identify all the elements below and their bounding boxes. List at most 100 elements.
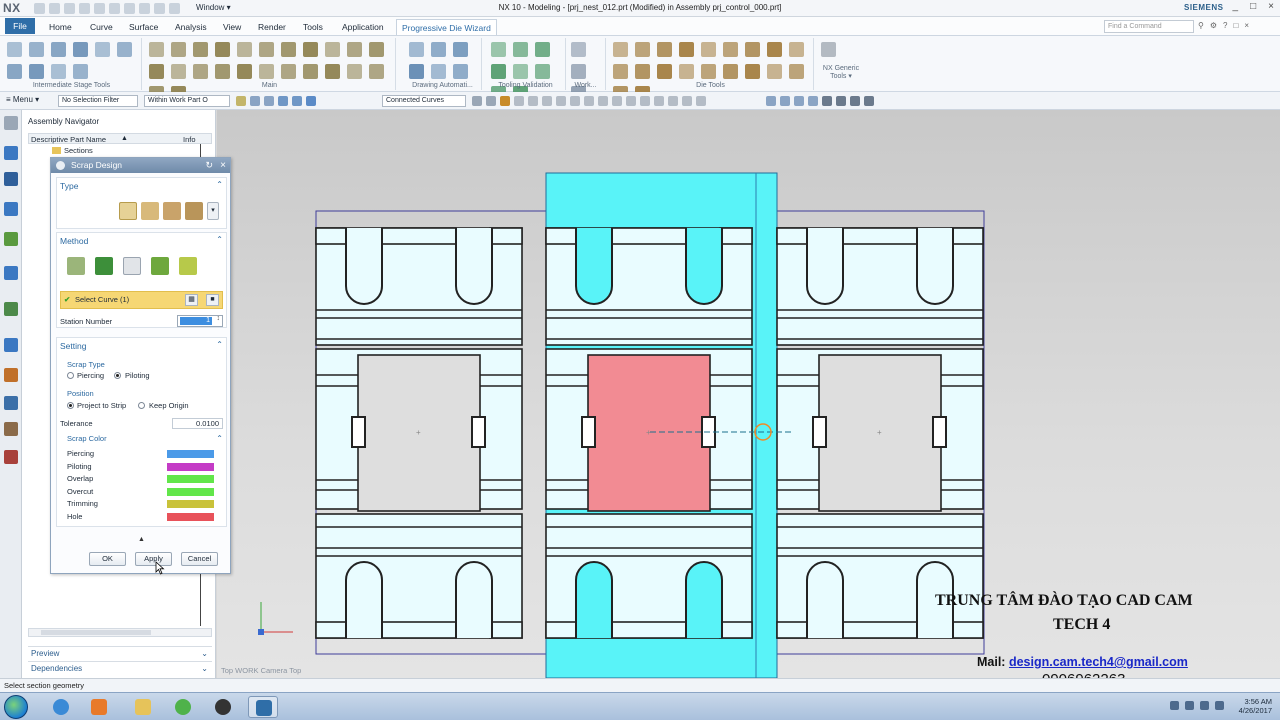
snap-midpoint-icon[interactable] — [514, 96, 524, 106]
ribbon-tool-icon[interactable] — [723, 64, 738, 79]
volume-icon[interactable] — [1200, 701, 1209, 710]
piercing-radio[interactable] — [67, 372, 74, 379]
ribbon-tool-icon[interactable] — [513, 42, 528, 57]
snap-endpoint-icon[interactable] — [500, 96, 510, 106]
ribbon-tool-icon[interactable] — [347, 64, 362, 79]
ribbon-tool-icon[interactable] — [701, 64, 716, 79]
select-all-icon[interactable] — [250, 96, 260, 106]
flag-icon[interactable] — [1215, 701, 1224, 710]
ribbon-tool-icon[interactable] — [73, 64, 88, 79]
scrap-color-swatch-hole[interactable] — [167, 513, 214, 521]
ribbon-tool-icon[interactable] — [767, 42, 782, 57]
ribbon-tool-icon[interactable] — [431, 42, 446, 57]
tree-row-sections[interactable]: Sections — [52, 146, 93, 155]
ribbon-tool-icon[interactable] — [535, 42, 550, 57]
close-button[interactable]: × — [1268, 1, 1274, 12]
ribbon-tool-icon[interactable] — [259, 64, 274, 79]
sketch-section-icon[interactable]: ■ — [206, 294, 219, 306]
settings-icon[interactable] — [4, 116, 18, 130]
more-options-icon[interactable]: ▲ — [138, 536, 145, 543]
ribbon-tool-icon[interactable] — [215, 64, 230, 79]
tab-file[interactable]: File — [5, 18, 35, 34]
snap-vertex-icon[interactable] — [696, 96, 706, 106]
ribbon-tool-icon[interactable] — [193, 42, 208, 57]
ribbon-tool-icon[interactable] — [535, 64, 550, 79]
curve-filter-icon[interactable]: ▦ — [185, 294, 198, 306]
tab-view[interactable]: View — [218, 19, 246, 35]
part-navigator-icon[interactable] — [4, 202, 18, 216]
snap-grid-icon[interactable] — [654, 96, 664, 106]
snap-bounded-icon[interactable] — [668, 96, 678, 106]
tab-surface[interactable]: Surface — [124, 19, 163, 35]
snap-existing-point-icon[interactable] — [598, 96, 608, 106]
taskbar-ie[interactable] — [46, 696, 76, 718]
ribbon-tool-icon[interactable] — [73, 42, 88, 57]
settings-icon[interactable]: ⚙ — [1210, 21, 1217, 30]
clock[interactable]: 3:56 AM 4/26/2017 — [1228, 697, 1272, 715]
ribbon-tool-icon[interactable] — [745, 42, 760, 57]
ribbon-tool-icon[interactable] — [95, 42, 110, 57]
ribbon-tool-icon[interactable] — [303, 64, 318, 79]
reuse-library-icon[interactable] — [4, 232, 18, 246]
ribbon-tool-icon[interactable] — [29, 42, 44, 57]
fit-view-icon[interactable] — [766, 96, 776, 106]
ribbon-tool-icon[interactable] — [657, 64, 672, 79]
preview-panel-toggle[interactable]: Preview ⌄ — [28, 646, 212, 660]
scrap-type-delete-icon[interactable] — [163, 202, 181, 220]
pan-icon[interactable] — [808, 96, 818, 106]
scroll-thumb[interactable] — [41, 630, 151, 635]
snap-center-icon[interactable] — [556, 96, 566, 106]
web-browser-icon[interactable] — [4, 266, 18, 280]
snap-pole-icon[interactable] — [626, 96, 636, 106]
tab-application[interactable]: Application — [337, 19, 389, 35]
scrap-color-swatch-trimming[interactable] — [167, 500, 214, 509]
ribbon-tool-icon[interactable] — [7, 64, 22, 79]
ribbon-tool-icon[interactable] — [679, 64, 694, 79]
method-group-header[interactable]: Method — [60, 236, 88, 246]
history-icon[interactable] — [4, 338, 18, 352]
selection-filter-dropdown[interactable]: No Selection Filter — [58, 95, 138, 107]
column-info[interactable]: Info — [183, 135, 196, 144]
method-draw-icon[interactable] — [67, 257, 85, 275]
tab-tools[interactable]: Tools — [298, 19, 328, 35]
taskbar-nx[interactable] — [248, 696, 278, 718]
snap-face-icon[interactable] — [682, 96, 692, 106]
scrap-type-design-icon[interactable] — [119, 202, 137, 220]
tab-render[interactable]: Render — [253, 19, 291, 35]
type-dropdown-icon[interactable]: ▾ — [207, 202, 219, 220]
body-icon[interactable] — [292, 96, 302, 106]
network-icon[interactable] — [1185, 701, 1194, 710]
station-number-input[interactable]: 1 ↕ — [177, 315, 223, 327]
collapse-icon[interactable]: ⌃ — [216, 340, 223, 349]
ribbon-tool-icon[interactable] — [281, 64, 296, 79]
search-icon[interactable]: ⚲ — [1198, 21, 1204, 30]
ribbon-tool-icon[interactable] — [513, 64, 528, 79]
snap-arc-icon[interactable] — [640, 96, 650, 106]
ribbon-tool-icon[interactable] — [453, 64, 468, 79]
process-studio-icon[interactable] — [4, 302, 18, 316]
tab-analysis[interactable]: Analysis — [170, 19, 212, 35]
scrap-type-split-icon[interactable] — [185, 202, 203, 220]
ribbon-tool-icon[interactable] — [657, 42, 672, 57]
scrap-color-collapse-icon[interactable]: ⌃ — [216, 434, 223, 443]
ribbon-tool-icon[interactable] — [215, 42, 230, 57]
palette-icon[interactable] — [4, 422, 18, 436]
ribbon-tool-icon[interactable] — [613, 64, 628, 79]
taskbar-utorrent[interactable] — [168, 696, 198, 718]
ribbon-tool-icon[interactable] — [679, 42, 694, 57]
taskbar-explorer[interactable] — [128, 696, 158, 718]
ribbon-tool-icon[interactable] — [821, 42, 836, 57]
ok-button[interactable]: OK — [89, 552, 126, 566]
restore-icon[interactable]: □ — [1233, 21, 1238, 30]
zoom-icon[interactable] — [780, 96, 790, 106]
ribbon-tool-icon[interactable] — [369, 64, 384, 79]
ribbon-tool-icon[interactable] — [259, 42, 274, 57]
ribbon-tool-icon[interactable] — [745, 64, 760, 79]
method-pierce-icon[interactable] — [179, 257, 197, 275]
ribbon-tool-icon[interactable] — [491, 64, 506, 79]
selection-scope-dropdown[interactable]: Within Work Part O — [144, 95, 230, 107]
setting-group-header[interactable]: Setting — [60, 341, 86, 351]
ribbon-tool-icon[interactable] — [491, 42, 506, 57]
roles-icon[interactable] — [4, 396, 18, 410]
scrap-color-swatch-piloting[interactable] — [167, 462, 214, 471]
